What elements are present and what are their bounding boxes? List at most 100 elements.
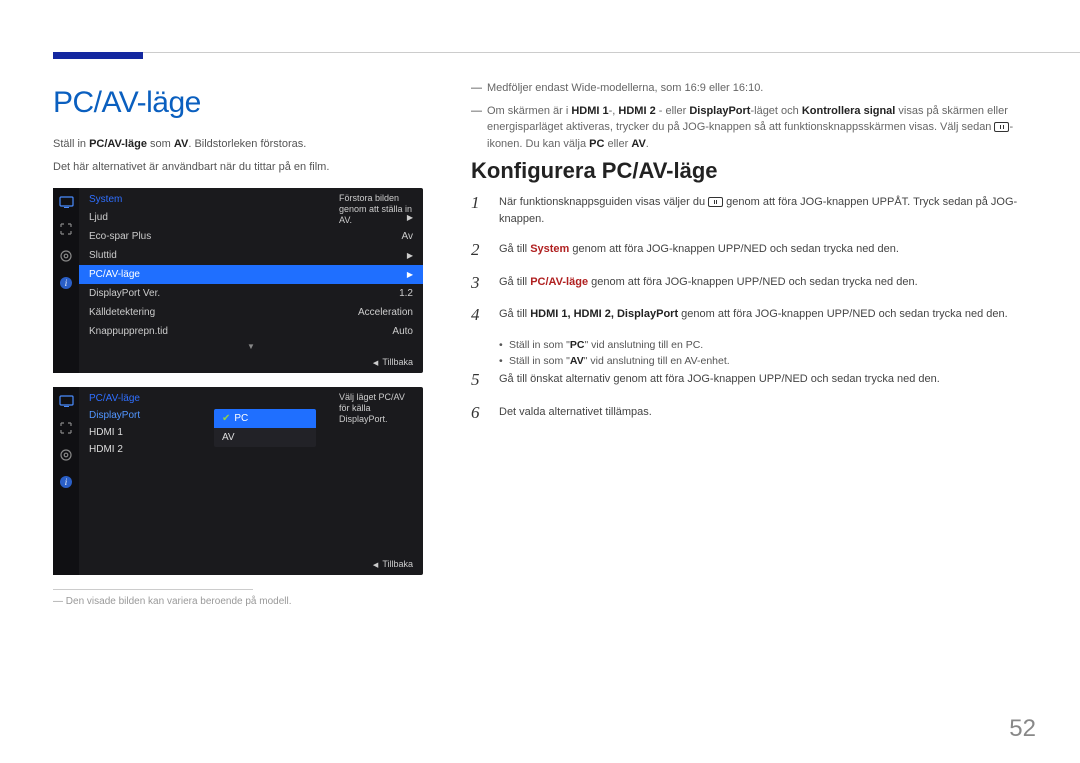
step-text: Gå till System genom att föra JOG-knappe… [499,241,1042,260]
osd-row-value: Av [402,231,414,242]
osd-row-value: ▶ [407,250,413,261]
list-item: HDMI 2 [89,441,179,458]
osd-description: Förstora bilden genom att ställa in AV. [339,193,417,225]
gear-icon [59,248,74,263]
intro-post: . Bildstorleken förstoras. [188,138,306,150]
screen-icon [59,221,74,236]
menu-grid-icon [708,197,723,207]
step: 6Det valda alternativet tillämpas. [471,404,1042,423]
osd-sidebar: i [53,387,79,575]
note-2: Om skärmen är i HDMI 1-, HDMI 2 - eller … [471,103,1042,153]
osd-row-value: Acceleration [358,307,413,318]
step-text: När funktionsknappsguiden visas väljer d… [499,194,1042,227]
t: Om skärmen är i [487,105,571,117]
osd-row-label: DisplayPort Ver. [89,288,160,299]
t: HDMI 1 [571,105,608,117]
osd-row-label: Knappupprepn.tid [89,326,168,337]
t: AV [631,138,645,150]
info-icon: i [59,474,74,489]
t: eller [604,138,631,150]
osd-footer: ◀ Tillbaka [79,352,423,373]
osd-description: Välj läget PC/AV för källa DisplayPort. [339,392,417,424]
right-column: Medföljer endast Wide-modellerna, som 16… [471,80,1042,607]
back-arrow-icon: ◀ [373,359,378,367]
t: -läget och [750,105,801,117]
back-label: Tillbaka [382,357,413,367]
subsection-title: Konfigurera PC/AV-läge [471,158,1042,184]
section-title: PC/AV-läge [53,86,453,120]
osd-row: KälldetekteringAcceleration [79,303,423,322]
osd2-header: PC/AV-läge [89,393,179,404]
picture-icon [59,194,74,209]
t: . [646,138,649,150]
chevron-right-icon: ▶ [407,251,413,260]
step: 3 Gå till PC/AV-läge genom att föra JOG-k… [471,274,1042,293]
t: DisplayPort [689,105,750,117]
back-label: Tillbaka [382,559,413,569]
back-arrow-icon: ◀ [373,561,378,569]
footnote: ― Den visade bilden kan variera beroende… [53,596,453,607]
bullet-item: Ställ in som "AV" vid anslutning till en… [499,355,1042,367]
osd-row-label: PC/AV-läge [89,269,140,280]
osd2-submenu: ✔ PC AV [214,409,316,447]
intro-mode: PC/AV-läge [89,138,147,150]
step: 1 När funktionsknappsguiden visas väljer … [471,194,1042,227]
footnote-text: Den visade bilden kan variera beroende p… [66,596,292,607]
top-rule [53,52,1080,53]
check-icon: ✔ [222,413,230,424]
osd-main: PC/AV-läge DisplayPort HDMI 1 HDMI 2 ✔ PC… [79,387,423,575]
intro-line-2: Det här alternativet är användbart när d… [53,159,453,176]
t: Kontrollera signal [802,105,896,117]
osd-footer: ◀ Tillbaka [79,554,423,575]
list-item: HDMI 1 [89,424,179,441]
step-number: 2 [471,241,485,260]
osd-row: Eco-spar Plus Av [79,227,423,246]
step-number: 1 [471,194,485,227]
scroll-indicator-icon: ▼ [79,341,423,352]
list-item: DisplayPort [89,407,179,424]
sub-bullets: Ställ in som "PC" vid anslutning till en… [499,339,1042,367]
osd-row: Sluttid ▶ [79,246,423,265]
page-number: 52 [1009,715,1036,743]
submenu-option: AV [214,428,316,447]
steps-list: 1 När funktionsknappsguiden visas väljer … [471,194,1042,422]
intro-line-1: Ställ in PC/AV-läge som AV. Bildstorleke… [53,136,453,153]
step: 5Gå till önskat alternativ genom att för… [471,371,1042,390]
left-column: PC/AV-läge Ställ in PC/AV-läge som AV. B… [53,80,453,607]
osd-row-value: 1.2 [399,288,413,299]
top-accent [53,52,143,59]
osd-row-label: Eco-spar Plus [89,231,151,242]
t: PC [589,138,604,150]
option-label: PC [234,413,248,424]
step-text: Gå till PC/AV-läge genom att föra JOG-kn… [499,274,1042,293]
osd-row-label: Ljud [89,212,108,223]
osd-row-value: Auto [392,326,413,337]
osd-system-menu: i System Ljud ▶Eco-spar PlusAvSluttid ▶P… [53,188,423,373]
osd-main: System Ljud ▶Eco-spar PlusAvSluttid ▶PC/… [79,188,423,373]
step-number: 6 [471,404,485,423]
submenu-option: ✔ PC [214,409,316,428]
osd-row-value: ▶ [407,269,413,280]
step-number: 5 [471,371,485,390]
step: 4 Gå till HDMI 1, HDMI 2, DisplayPort gen… [471,306,1042,325]
intro-val: AV [174,138,188,150]
t: HDMI 2 [618,105,655,117]
step-text: Gå till HDMI 1, HDMI 2, DisplayPort geno… [499,306,1042,325]
osd2-left-list: PC/AV-läge DisplayPort HDMI 1 HDMI 2 [79,387,179,458]
osd-sidebar: i [53,188,79,373]
step: 2 Gå till System genom att föra JOG-knapp… [471,241,1042,260]
footnote-rule [53,589,253,590]
step-number: 4 [471,306,485,325]
chevron-right-icon: ▶ [407,270,413,279]
osd-row: PC/AV-läge ▶ [79,265,423,284]
step-number: 3 [471,274,485,293]
note-1: Medföljer endast Wide-modellerna, som 16… [471,80,1042,97]
page-content: PC/AV-läge Ställ in PC/AV-läge som AV. B… [53,80,1042,607]
screen-icon [59,420,74,435]
intro-pre: Ställ in [53,138,89,150]
osd-row: Knappupprepn.tid Auto [79,322,423,341]
osd-row: DisplayPort Ver. 1.2 [79,284,423,303]
osd-pcav-menu: i PC/AV-läge DisplayPort HDMI 1 HDMI 2 ✔… [53,387,423,575]
t: -, [609,105,619,117]
bullet-item: Ställ in som "PC" vid anslutning till en… [499,339,1042,351]
